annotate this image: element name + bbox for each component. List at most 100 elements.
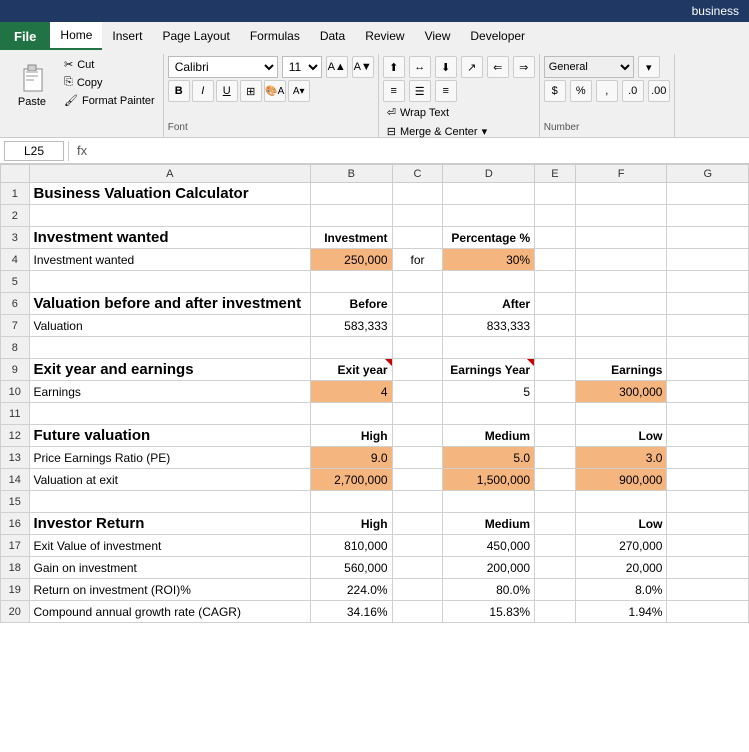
cell-17-G[interactable] xyxy=(667,535,749,557)
decrease-decimal-btn[interactable]: .0 xyxy=(622,80,644,102)
cell-4-G[interactable] xyxy=(667,249,749,271)
cell-18-E[interactable] xyxy=(535,557,576,579)
cell-19-G[interactable] xyxy=(667,579,749,601)
cell-5-D[interactable] xyxy=(443,271,535,293)
cell-1-G[interactable] xyxy=(667,183,749,205)
cell-19-F[interactable]: 8.0% xyxy=(575,579,667,601)
col-header-b[interactable]: B xyxy=(311,165,392,183)
menu-home[interactable]: Home xyxy=(50,22,102,50)
cell-18-G[interactable] xyxy=(667,557,749,579)
cell-14-F[interactable]: 900,000 xyxy=(575,469,667,491)
cell-7-C[interactable] xyxy=(392,315,443,337)
col-header-g[interactable]: G xyxy=(667,165,749,183)
cell-1-E[interactable] xyxy=(535,183,576,205)
font-name-select[interactable]: Calibri xyxy=(168,56,278,78)
cut-button[interactable]: ✂ Cut xyxy=(60,56,159,73)
cell-3-A[interactable]: Investment wanted xyxy=(29,227,311,249)
cell-7-F[interactable] xyxy=(575,315,667,337)
cell-19-E[interactable] xyxy=(535,579,576,601)
menu-view[interactable]: View xyxy=(415,22,461,50)
cell-15-B[interactable] xyxy=(311,491,392,513)
menu-data[interactable]: Data xyxy=(310,22,355,50)
underline-button[interactable]: U xyxy=(216,80,238,102)
paste-button[interactable]: Paste xyxy=(8,56,56,112)
font-size-select[interactable]: 11 xyxy=(282,56,322,78)
cell-11-G[interactable] xyxy=(667,403,749,425)
cell-8-D[interactable] xyxy=(443,337,535,359)
increase-decimal-btn[interactable]: .00 xyxy=(648,80,670,102)
cell-15-G[interactable] xyxy=(667,491,749,513)
cell-10-B[interactable]: 4 xyxy=(311,381,392,403)
cell-13-C[interactable] xyxy=(392,447,443,469)
cell-4-D[interactable]: 30% xyxy=(443,249,535,271)
cell-4-A[interactable]: Investment wanted xyxy=(29,249,311,271)
cell-10-F[interactable]: 300,000 xyxy=(575,381,667,403)
cell-7-E[interactable] xyxy=(535,315,576,337)
font-color-button[interactable]: A▾ xyxy=(288,80,310,102)
file-menu-button[interactable]: File xyxy=(0,22,50,50)
cell-2-E[interactable] xyxy=(535,205,576,227)
cell-17-E[interactable] xyxy=(535,535,576,557)
cell-19-D[interactable]: 80.0% xyxy=(443,579,535,601)
cell-9-B[interactable]: Exit year xyxy=(311,359,392,381)
cell-1-F[interactable] xyxy=(575,183,667,205)
cell-14-C[interactable] xyxy=(392,469,443,491)
number-format-dropdown[interactable]: ▾ xyxy=(638,56,660,78)
cell-16-D[interactable]: Medium xyxy=(443,513,535,535)
cell-10-E[interactable] xyxy=(535,381,576,403)
name-box[interactable] xyxy=(4,141,64,161)
cell-9-D[interactable]: Earnings Year xyxy=(443,359,535,381)
cell-13-B[interactable]: 9.0 xyxy=(311,447,392,469)
cell-13-G[interactable] xyxy=(667,447,749,469)
cell-18-C[interactable] xyxy=(392,557,443,579)
cell-1-A[interactable]: Business Valuation Calculator xyxy=(29,183,311,205)
format-painter-button[interactable]: 🖌 Format Painter xyxy=(60,92,159,109)
cell-5-B[interactable] xyxy=(311,271,392,293)
align-left-btn[interactable]: ≡ xyxy=(383,80,405,102)
cell-1-B[interactable] xyxy=(311,183,392,205)
cell-5-A[interactable] xyxy=(29,271,311,293)
comma-btn[interactable]: , xyxy=(596,80,618,102)
cell-19-C[interactable] xyxy=(392,579,443,601)
cell-2-F[interactable] xyxy=(575,205,667,227)
border-button[interactable]: ⊞ xyxy=(240,80,262,102)
cell-4-C[interactable]: for xyxy=(392,249,443,271)
cell-10-C[interactable] xyxy=(392,381,443,403)
indent-increase-btn[interactable]: ⇒ xyxy=(513,56,535,78)
percent-btn[interactable]: % xyxy=(570,80,592,102)
col-header-a[interactable]: A xyxy=(29,165,311,183)
cell-1-D[interactable] xyxy=(443,183,535,205)
cell-20-F[interactable]: 1.94% xyxy=(575,601,667,623)
cell-18-A[interactable]: Gain on investment xyxy=(29,557,311,579)
cell-11-B[interactable] xyxy=(311,403,392,425)
align-center-btn[interactable]: ☰ xyxy=(409,80,431,102)
cell-16-G[interactable] xyxy=(667,513,749,535)
cell-9-A[interactable]: Exit year and earnings xyxy=(29,359,311,381)
cell-6-G[interactable] xyxy=(667,293,749,315)
currency-btn[interactable]: $ xyxy=(544,80,566,102)
cell-18-D[interactable]: 200,000 xyxy=(443,557,535,579)
cell-14-A[interactable]: Valuation at exit xyxy=(29,469,311,491)
col-header-f[interactable]: F xyxy=(575,165,667,183)
cell-15-E[interactable] xyxy=(535,491,576,513)
cell-8-G[interactable] xyxy=(667,337,749,359)
cell-14-G[interactable] xyxy=(667,469,749,491)
number-format-select[interactable]: General xyxy=(544,56,634,78)
cell-20-D[interactable]: 15.83% xyxy=(443,601,535,623)
cell-14-D[interactable]: 1,500,000 xyxy=(443,469,535,491)
cell-3-B[interactable]: Investment xyxy=(311,227,392,249)
cell-12-E[interactable] xyxy=(535,425,576,447)
cell-20-E[interactable] xyxy=(535,601,576,623)
cell-16-E[interactable] xyxy=(535,513,576,535)
cell-11-A[interactable] xyxy=(29,403,311,425)
align-middle-btn[interactable]: ↔ xyxy=(409,56,431,78)
cell-16-C[interactable] xyxy=(392,513,443,535)
cell-17-D[interactable]: 450,000 xyxy=(443,535,535,557)
cell-6-D[interactable]: After xyxy=(443,293,535,315)
menu-developer[interactable]: Developer xyxy=(460,22,535,50)
cell-13-E[interactable] xyxy=(535,447,576,469)
merge-dropdown-icon[interactable]: ▾ xyxy=(482,125,488,138)
cell-15-D[interactable] xyxy=(443,491,535,513)
formula-input[interactable] xyxy=(95,141,745,161)
merge-center-button[interactable]: ⊟ Merge & Center ▾ xyxy=(383,123,535,140)
